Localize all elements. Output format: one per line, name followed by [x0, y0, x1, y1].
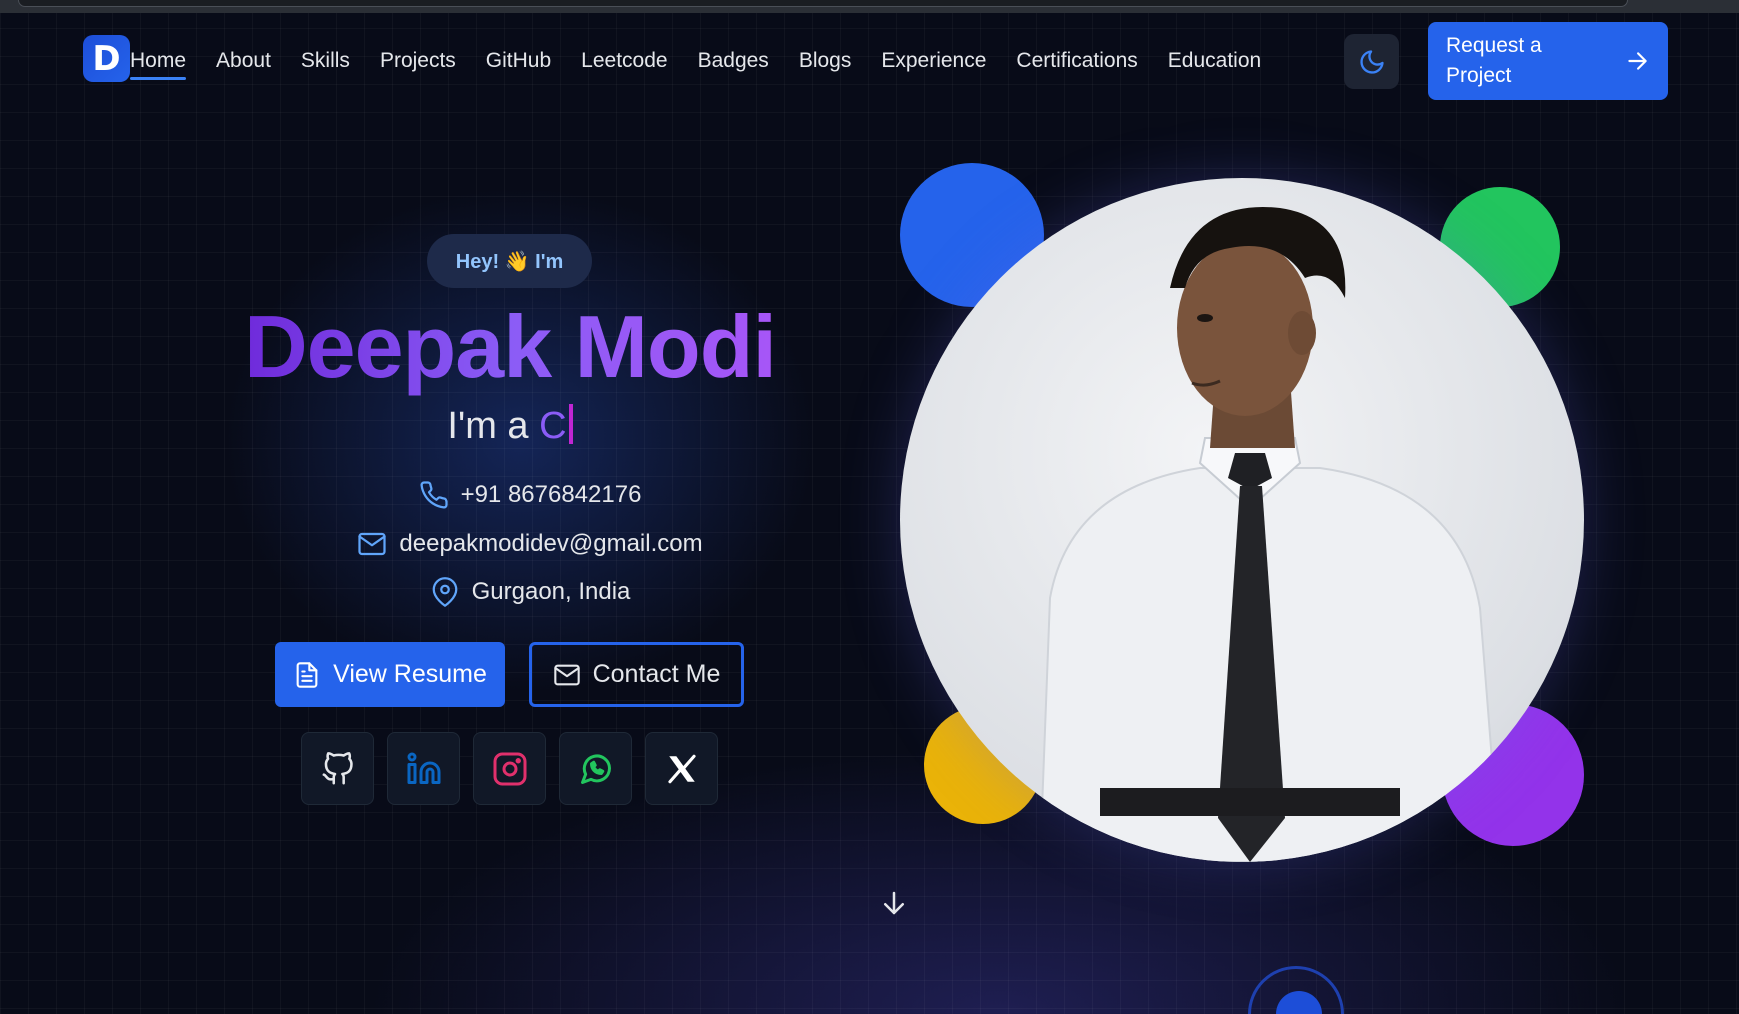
arrow-down-icon: [884, 891, 904, 915]
x-icon: [667, 754, 696, 783]
nav-link-education[interactable]: Education: [1168, 49, 1261, 73]
email-address[interactable]: deepakmodidev@gmail.com: [399, 530, 702, 558]
contact-me-label: Contact Me: [592, 660, 721, 688]
linkedin-icon: [407, 752, 440, 784]
nav-link-certifications[interactable]: Certifications: [1016, 49, 1137, 73]
nav-link-leetcode[interactable]: Leetcode: [581, 49, 667, 73]
scroll-down-button[interactable]: [879, 888, 909, 923]
instagram-icon: [493, 752, 526, 785]
nav-link-github[interactable]: GitHub: [486, 49, 551, 73]
navbar: D Home About Skills Projects GitHub Leet…: [0, 13, 1739, 109]
scroll-indicator-strip: [18, 0, 1628, 7]
mail-icon: [553, 664, 580, 685]
whatsapp-icon: [580, 753, 611, 784]
nav-links: Home About Skills Projects GitHub Leetco…: [130, 49, 1291, 80]
nav-link-home[interactable]: Home: [130, 49, 187, 80]
request-project-button[interactable]: Request a Project: [1428, 22, 1668, 100]
site-logo[interactable]: D: [83, 35, 130, 82]
nav-link-experience[interactable]: Experience: [881, 49, 986, 73]
social-links: [301, 732, 718, 805]
github-icon: [322, 751, 353, 784]
decorative-ring-dot: [1276, 991, 1322, 1014]
browser-top-strip: [0, 0, 1739, 13]
profile-photo: [900, 178, 1584, 862]
hero-name: Deepak Modi: [230, 296, 790, 398]
moon-icon: [1359, 49, 1384, 74]
phone-icon: [420, 481, 448, 509]
nav-link-projects[interactable]: Projects: [380, 49, 456, 73]
nav-link-blogs[interactable]: Blogs: [799, 49, 852, 73]
nav-link-badges[interactable]: Badges: [698, 49, 769, 73]
decorative-ring: [1248, 966, 1344, 1014]
map-pin-icon: [432, 577, 457, 607]
whatsapp-link[interactable]: [559, 732, 632, 805]
theme-toggle-button[interactable]: [1344, 34, 1399, 89]
file-icon: [296, 661, 318, 688]
location-line: Gurgaon, India: [230, 577, 830, 607]
role-typed-text: C: [539, 405, 567, 447]
nav-link-skills[interactable]: Skills: [301, 49, 350, 73]
github-link[interactable]: [301, 732, 374, 805]
view-resume-button[interactable]: View Resume: [275, 642, 505, 707]
arrow-right-icon: [1628, 52, 1647, 70]
request-project-label: Request a Project: [1446, 34, 1542, 87]
instagram-link[interactable]: [473, 732, 546, 805]
contact-me-button[interactable]: Contact Me: [529, 642, 744, 707]
greeting-badge: Hey! 👋 I'm: [427, 234, 592, 288]
view-resume-label: View Resume: [333, 660, 487, 688]
nav-link-about[interactable]: About: [216, 49, 271, 73]
person-illustration: [1038, 207, 1502, 862]
x-link[interactable]: [645, 732, 718, 805]
mail-icon: [358, 532, 387, 556]
phone-number[interactable]: +91 8676842176: [461, 481, 642, 509]
role-prefix: I'm a: [447, 405, 529, 447]
location-text: Gurgaon, India: [471, 578, 631, 605]
hero-role: I'm a C: [230, 404, 790, 448]
phone-line: +91 8676842176: [230, 480, 830, 510]
linkedin-link[interactable]: [387, 732, 460, 805]
typing-caret: [568, 404, 573, 444]
email-line: deepakmodidev@gmail.com: [230, 529, 830, 559]
